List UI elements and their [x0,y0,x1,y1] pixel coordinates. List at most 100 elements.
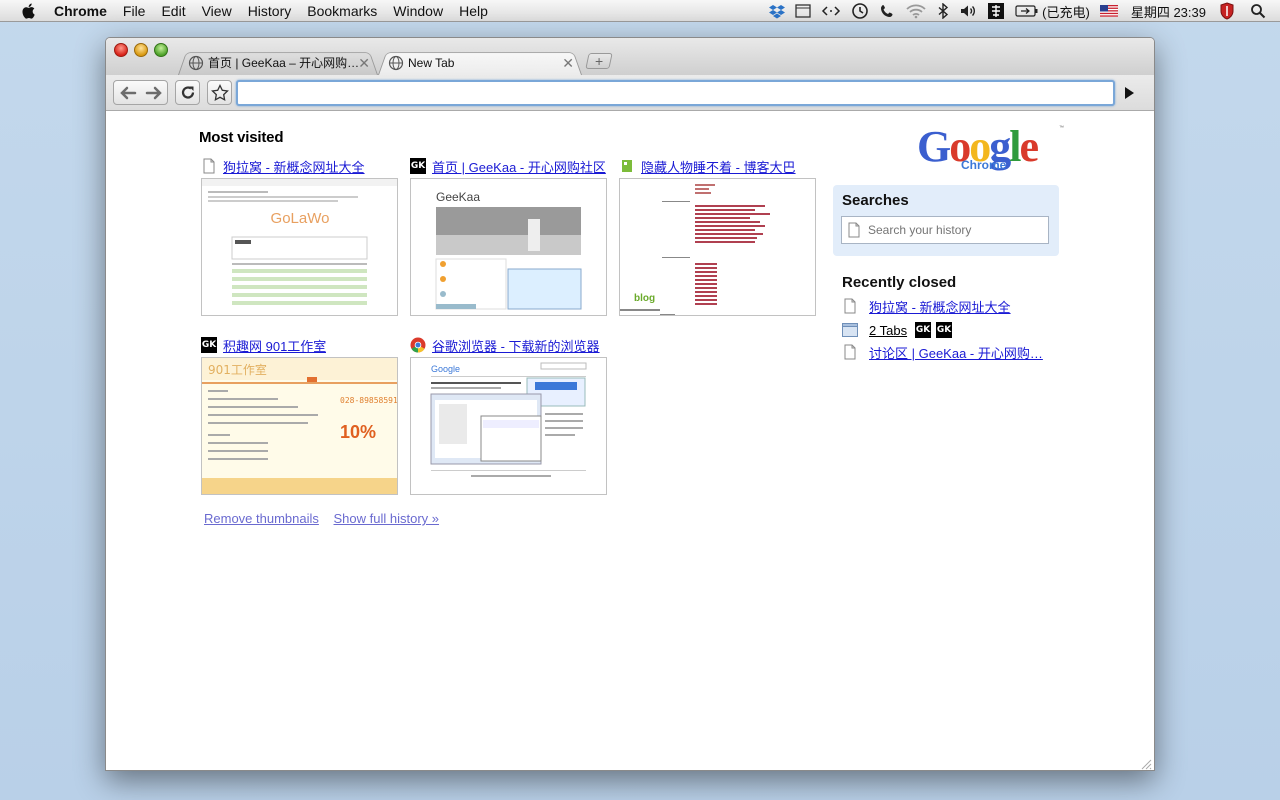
tile-title-row: GK 首页 | GeeKaa - 开心网购社区 [410,157,607,175]
show-full-history-link[interactable]: Show full history » [334,511,440,526]
tile-thumbnail[interactable]: Google [410,357,607,495]
back-arrow-icon[interactable] [117,84,139,102]
menubar-clock[interactable]: 星期四 23:39 [1123,0,1214,22]
remove-thumbnails-link[interactable]: Remove thumbnails [204,511,319,526]
most-visited-tile[interactable]: 隐藏人物睡不着 - 博客大巴 blog [619,157,816,316]
thumb-logo-text: 901工作室 [208,362,267,377]
google-chrome-logo: Google Chrome ™ [917,122,1064,172]
title-bar: 首页 | GeeKaa – 开心网购社区 ✕ New Tab ✕ + [106,38,1154,75]
menu-help[interactable]: Help [451,0,496,22]
gk-icon: GK [410,158,426,174]
tile-link[interactable]: 狗拉窝 - 新概念网址大全 [223,157,365,176]
searches-panel: Searches [833,185,1059,256]
logo-letter-e: e [1019,122,1038,171]
thumb-promo-text: 10% [340,422,376,442]
tab-new-tab[interactable]: New Tab ✕ [378,50,582,75]
new-tab-button[interactable]: + [585,53,613,69]
shield-icon[interactable] [1214,0,1240,22]
time-machine-icon[interactable] [846,0,874,22]
recently-closed-heading: Recently closed [842,274,957,291]
menu-history[interactable]: History [240,0,300,22]
page-icon [844,344,856,360]
tile-thumbnail[interactable]: blog [619,178,816,316]
window-icon[interactable] [790,0,816,22]
thumb-logo-text: GeeKaa [436,190,480,204]
tile-link[interactable]: 积趣网 901工作室 [223,336,326,355]
logo-letter-g: G [917,122,951,171]
tile-thumbnail[interactable]: 901工作室 028-89858591 10% [201,357,398,495]
tile-title-row: 谷歌浏览器 - 下载新的浏览器 [410,336,607,354]
thumb-phone-text: 028-89858591 [340,396,398,405]
status-tray: (已充电) 星期四 23:39 [764,0,1280,22]
battery-status[interactable]: (已充电) [1010,0,1095,22]
recently-closed-window[interactable]: 2 Tabs GK GK [842,321,957,339]
spotlight-search-icon[interactable] [1240,0,1280,22]
recently-closed-window-label[interactable]: 2 Tabs [869,323,907,338]
play-arrow-icon [1125,86,1134,99]
tab-close-icon[interactable]: ✕ [562,55,574,72]
chrome-icon [410,337,426,353]
window-minimize-button[interactable] [134,43,148,57]
input-method-icon[interactable] [982,0,1010,22]
thumb-logo-text: GoLaWo [271,210,330,227]
toolbar [106,75,1154,111]
menu-file[interactable]: File [115,0,154,22]
tab-geekaa[interactable]: 首页 | GeeKaa – 开心网购社区 ✕ [178,50,378,75]
code-icon[interactable] [816,0,846,22]
tile-thumbnail[interactable]: GoLaWo [201,178,398,316]
menu-bookmarks[interactable]: Bookmarks [299,0,385,22]
history-search-input[interactable] [868,223,1038,237]
menu-edit[interactable]: Edit [153,0,193,22]
history-search-box[interactable] [841,216,1049,244]
back-forward-group [113,80,168,105]
plus-icon: + [594,53,604,69]
bluetooth-icon[interactable] [932,0,954,22]
tile-link[interactable]: 首页 | GeeKaa - 开心网购社区 [432,157,606,176]
page-icon [203,158,215,174]
tile-title-row: 隐藏人物睡不着 - 博客大巴 [619,157,816,175]
wifi-icon[interactable] [900,0,932,22]
tab-title: New Tab [408,55,455,70]
omnibox-input[interactable] [236,80,1115,106]
forward-arrow-icon[interactable] [143,84,165,102]
menu-view[interactable]: View [194,0,240,22]
go-button[interactable] [1117,80,1141,105]
bookmark-star-button[interactable] [207,80,232,105]
tab-title: 首页 | GeeKaa – 开心网购社区 [208,56,360,70]
new-tab-page: Most visited 狗拉窝 - 新概念网址大全 GoLaWo GK 首页 … [106,112,1154,770]
resize-grip-icon[interactable] [1140,758,1152,770]
window-zoom-button[interactable] [154,43,168,57]
volume-icon[interactable] [954,0,982,22]
tile-title-row: GK 积趣网 901工作室 [201,336,398,354]
battery-icon [1015,5,1038,17]
recently-closed-item[interactable]: 讨论区 | GeeKaa - 开心网购… [842,343,1043,361]
apple-icon[interactable] [20,2,38,20]
globe-icon [388,55,404,70]
tile-link[interactable]: 隐藏人物睡不着 - 博客大巴 [641,157,796,176]
thumb-logo-text: blog [634,293,655,304]
blogbus-icon [622,160,632,172]
page-icon [844,298,856,314]
recently-closed-link[interactable]: 狗拉窝 - 新概念网址大全 [869,297,1011,316]
gk-icon: GK [936,322,953,338]
gk-icon: GK [201,337,217,353]
most-visited-tile[interactable]: GK 积趣网 901工作室 901工作室 028-89858591 10% [201,336,398,495]
most-visited-tile[interactable]: GK 首页 | GeeKaa - 开心网购社区 GeeKaa [410,157,607,316]
us-flag-icon[interactable] [1095,0,1123,22]
searches-heading: Searches [842,192,909,209]
tile-thumbnail[interactable]: GeeKaa [410,178,607,316]
menu-app-name[interactable]: Chrome [52,0,115,22]
tab-close-icon[interactable]: ✕ [358,55,370,72]
dropbox-icon[interactable] [764,0,790,22]
phone-icon[interactable] [874,0,900,22]
menu-window[interactable]: Window [385,0,451,22]
window-close-button[interactable] [114,43,128,57]
most-visited-tile[interactable]: 谷歌浏览器 - 下载新的浏览器 Google [410,336,607,495]
most-visited-tile[interactable]: 狗拉窝 - 新概念网址大全 GoLaWo [201,157,398,316]
tile-link[interactable]: 谷歌浏览器 - 下载新的浏览器 [432,336,600,355]
logo-subtitle: Chrome [961,158,1007,172]
window-icon [842,323,858,337]
recently-closed-link[interactable]: 讨论区 | GeeKaa - 开心网购… [869,343,1043,362]
recently-closed-item[interactable]: 狗拉窝 - 新概念网址大全 [842,297,1011,315]
reload-button[interactable] [175,80,200,105]
